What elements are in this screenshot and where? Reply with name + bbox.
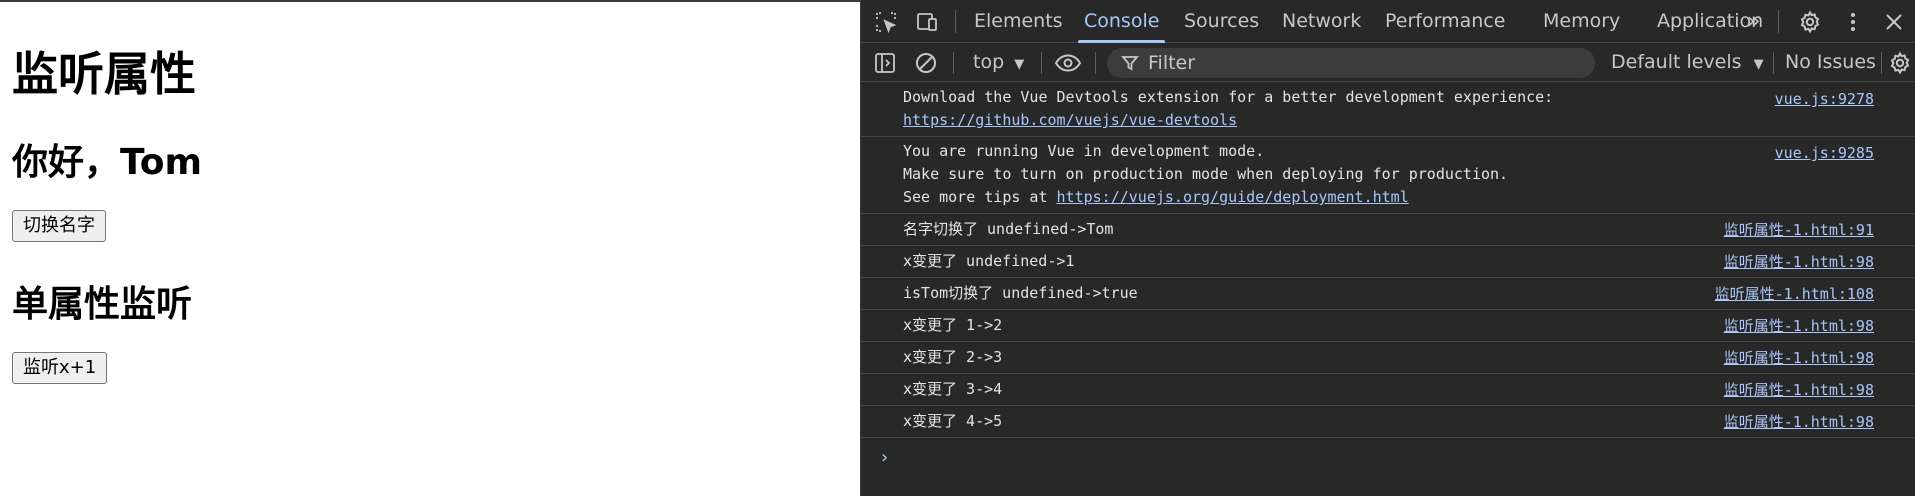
log-levels-label: Default levels: [1611, 51, 1742, 73]
increment-x-button[interactable]: 监听x+1: [12, 352, 108, 384]
console-source-link[interactable]: 监听属性-1.html:91: [1724, 222, 1874, 238]
console-line: x变更了 4->5: [903, 412, 1003, 430]
console-line: Make sure to turn on production mode whe…: [903, 165, 1509, 183]
toolbar-separator: [1881, 52, 1882, 74]
console-line: You are running Vue in development mode.: [903, 142, 1265, 160]
filter-icon: [1121, 54, 1139, 72]
devtools-panel: Elements Console Sources Network Performance…: [860, 0, 1915, 496]
console-message-text: Download the Vue Devtools extension for …: [903, 86, 1553, 132]
single-watch-heading: 单属性监听: [12, 284, 193, 325]
tab-separator: [1778, 10, 1779, 33]
inspect-element-icon[interactable]: [874, 10, 898, 34]
console-message: x变更了 1->2 监听属性-1.html:98: [861, 310, 1915, 342]
console-message: x变更了 4->5 监听属性-1.html:98: [861, 406, 1915, 438]
console-line: isTom切换了 undefined->true: [903, 284, 1138, 302]
gear-icon[interactable]: [1798, 10, 1822, 34]
console-source-link[interactable]: 监听属性-1.html:98: [1724, 382, 1874, 398]
console-source-link[interactable]: 监听属性-1.html:98: [1724, 414, 1874, 430]
console-source-link[interactable]: 监听属性-1.html:98: [1724, 254, 1874, 270]
console-message: Download the Vue Devtools extension for …: [861, 83, 1915, 137]
filter-input[interactable]: Filter: [1107, 48, 1595, 78]
console-prompt-icon[interactable]: ›: [879, 447, 890, 468]
more-tabs-icon[interactable]: »: [1747, 0, 1760, 43]
switch-name-button[interactable]: 切换名字: [12, 210, 106, 242]
console-source-link[interactable]: 监听属性-1.html:98: [1724, 318, 1874, 334]
console-source-link[interactable]: vue.js:9278: [1775, 91, 1874, 107]
tab-network[interactable]: Network: [1282, 0, 1361, 43]
console-line: x变更了 1->2: [903, 316, 1003, 334]
toolbar-separator: [1041, 52, 1042, 74]
console-message: x变更了 3->4 监听属性-1.html:98: [861, 374, 1915, 406]
console-line: 名字切换了 undefined->Tom: [903, 220, 1114, 238]
page-title: 监听属性: [12, 47, 196, 101]
tab-elements[interactable]: Elements: [974, 0, 1063, 43]
console-line-prefix: See more tips at: [903, 188, 1057, 206]
chevron-down-icon: ▼: [1014, 57, 1025, 72]
console-message: x变更了 undefined->1 监听属性-1.html:98: [861, 246, 1915, 278]
console-message-text: isTom切换了 undefined->true: [903, 282, 1138, 305]
console-message: isTom切换了 undefined->true 监听属性-1.html:108: [861, 278, 1915, 310]
tab-performance[interactable]: Performance: [1385, 0, 1505, 43]
console-message-text: x变更了 undefined->1: [903, 250, 1074, 273]
console-message: 名字切换了 undefined->Tom 监听属性-1.html:91: [861, 214, 1915, 246]
console-message: You are running Vue in development mode.…: [861, 137, 1915, 214]
sidebar-toggle-icon[interactable]: [873, 51, 897, 75]
toolbar-separator: [1095, 52, 1096, 74]
console-source-link[interactable]: 监听属性-1.html:98: [1724, 350, 1874, 366]
tab-sources[interactable]: Sources: [1184, 0, 1259, 43]
context-selector[interactable]: top ▼: [973, 43, 1024, 82]
filter-placeholder: Filter: [1148, 52, 1196, 74]
clear-console-icon[interactable]: [914, 51, 938, 75]
console-line: See more tips at https://vuejs.org/guide…: [903, 186, 1508, 209]
console-message-text: x变更了 4->5: [903, 410, 1002, 433]
device-toolbar-icon[interactable]: [915, 10, 939, 34]
console-source-link[interactable]: vue.js:9285: [1775, 145, 1874, 161]
console-message: x变更了 2->3 监听属性-1.html:98: [861, 342, 1915, 374]
console-source-link[interactable]: 监听属性-1.html:108: [1715, 286, 1874, 302]
console-message-text: x变更了 3->4: [903, 378, 1002, 401]
page-content: 监听属性 你好，Tom 切换名字 单属性监听 监听x+1: [0, 0, 860, 496]
console-line: x变更了 undefined->1: [903, 252, 1075, 270]
context-label: top: [973, 51, 1005, 73]
console-message-text: x变更了 2->3: [903, 346, 1002, 369]
console-line: Download the Vue Devtools extension for …: [903, 88, 1554, 106]
toolbar-separator: [953, 52, 954, 74]
console-line: x变更了 3->4: [903, 380, 1003, 398]
console-message-text: 名字切换了 undefined->Tom: [903, 218, 1113, 241]
toolbar-separator: [1773, 52, 1774, 74]
console-link[interactable]: https://github.com/vuejs/vue-devtools: [903, 111, 1237, 129]
devtools-tabbar: Elements Console Sources Network Performance…: [861, 0, 1915, 43]
close-icon[interactable]: [1882, 10, 1906, 34]
console-settings-gear-icon[interactable]: [1888, 51, 1912, 75]
console-message-text: You are running Vue in development mode.…: [903, 140, 1508, 209]
tab-console[interactable]: Console: [1077, 0, 1166, 43]
eye-icon[interactable]: [1054, 51, 1082, 75]
console-message-text: x变更了 1->2: [903, 314, 1002, 337]
console-line: https://github.com/vuejs/vue-devtools: [903, 109, 1553, 132]
console-line: x变更了 2->3: [903, 348, 1003, 366]
tab-memory[interactable]: Memory: [1543, 0, 1620, 43]
console-toolbar: top ▼ Filter Default levels ▼ No Issues: [861, 43, 1915, 82]
tab-separator: [955, 10, 956, 33]
log-levels-dropdown[interactable]: Default levels ▼: [1611, 43, 1764, 82]
console-link[interactable]: https://vuejs.org/guide/deployment.html: [1057, 188, 1409, 206]
greeting-heading: 你好，Tom: [12, 142, 203, 183]
chevron-down-icon: ▼: [1753, 57, 1764, 72]
issues-counter[interactable]: No Issues: [1785, 43, 1876, 82]
more-options-icon[interactable]: [1841, 10, 1865, 34]
